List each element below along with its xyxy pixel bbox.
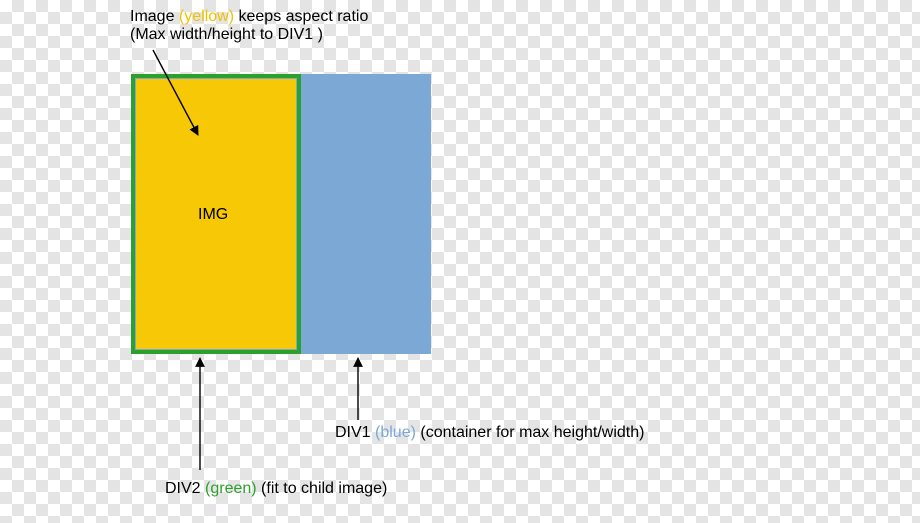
caption-top: Image (yellow) keeps aspect ratio (Max w… [130,8,368,44]
caption-top-yellow: (yellow) [179,8,234,25]
diagram-canvas [0,0,920,523]
caption-div2-a: DIV2 [165,480,205,497]
caption-div2-c: (fit to child image) [257,480,388,497]
caption-div1-c: (container for max height/width) [416,424,645,441]
caption-div2: DIV2 (green) (fit to child image) [165,480,387,498]
caption-div1: DIV1 (blue) (container for max height/wi… [335,424,644,442]
img-label: IMG [198,206,228,224]
caption-div2-green: (green) [205,480,257,497]
caption-top-line2: (Max width/height to DIV1 ) [130,26,368,44]
caption-div1-a: DIV1 [335,424,375,441]
caption-top-line1-a: Image [130,8,179,25]
caption-top-line1-c: keeps aspect ratio [234,8,368,25]
caption-div1-blue: (blue) [375,424,416,441]
